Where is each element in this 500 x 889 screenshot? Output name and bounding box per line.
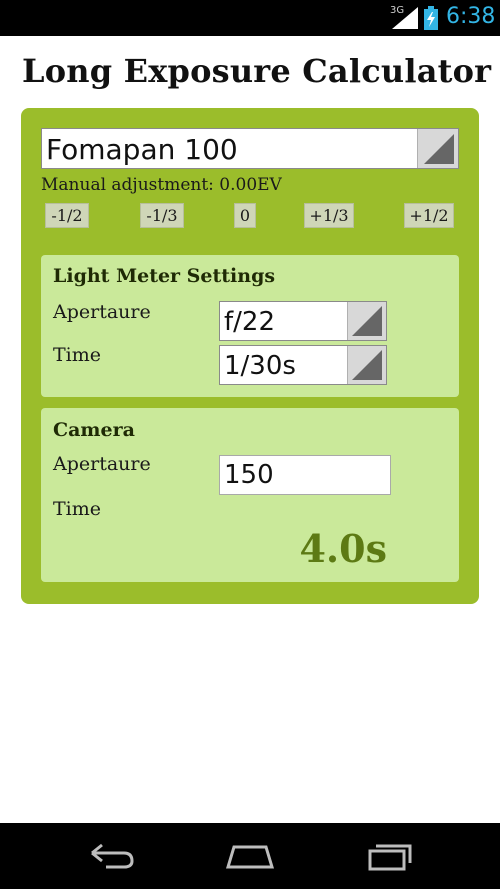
camera-section: Camera Apertaure 150 Time 4.0s [41, 408, 459, 582]
meter-time-value: 1/30s [224, 351, 296, 381]
status-bar: 3G 6:38 [0, 0, 500, 36]
adjust-plus-half-button[interactable]: +1/2 [404, 203, 454, 228]
calculator-panel: Fomapan 100 Manual adjustment: 0.00EV -1… [21, 108, 479, 604]
adjust-plus-third-button[interactable]: +1/3 [304, 203, 354, 228]
battery-charging-icon [424, 6, 438, 30]
camera-aperture-label: Apertaure [53, 453, 151, 475]
meter-aperture-value: f/22 [224, 307, 275, 337]
back-icon[interactable] [86, 839, 136, 873]
dropdown-arrow-icon [347, 346, 386, 384]
film-selected-value: Fomapan 100 [46, 133, 238, 166]
meter-aperture-label: Apertaure [53, 301, 151, 323]
adjust-minus-half-button[interactable]: -1/2 [45, 203, 89, 228]
app-title: Long Exposure Calculator [22, 52, 492, 90]
exposure-time-result: 4.0s [299, 526, 387, 571]
home-icon[interactable] [224, 839, 276, 873]
meter-time-spinner[interactable]: 1/30s [219, 345, 387, 385]
status-time: 6:38 [446, 4, 496, 29]
recent-apps-icon[interactable] [366, 839, 414, 873]
navigation-bar [0, 823, 500, 889]
manual-adjustment-label: Manual adjustment: 0.00EV [41, 175, 282, 195]
light-meter-section: Light Meter Settings Apertaure f/22 Time… [41, 255, 459, 397]
meter-aperture-spinner[interactable]: f/22 [219, 301, 387, 341]
signal-icon [392, 7, 418, 29]
meter-time-label: Time [53, 344, 102, 366]
camera-aperture-input[interactable]: 150 [219, 455, 391, 495]
light-meter-title: Light Meter Settings [53, 265, 276, 287]
film-spinner[interactable]: Fomapan 100 [41, 128, 459, 169]
adjust-minus-third-button[interactable]: -1/3 [140, 203, 184, 228]
adjust-zero-button[interactable]: 0 [234, 203, 256, 228]
camera-time-label: Time [53, 498, 102, 520]
dropdown-arrow-icon [417, 129, 458, 168]
dropdown-arrow-icon [347, 302, 386, 340]
camera-title: Camera [53, 419, 135, 441]
